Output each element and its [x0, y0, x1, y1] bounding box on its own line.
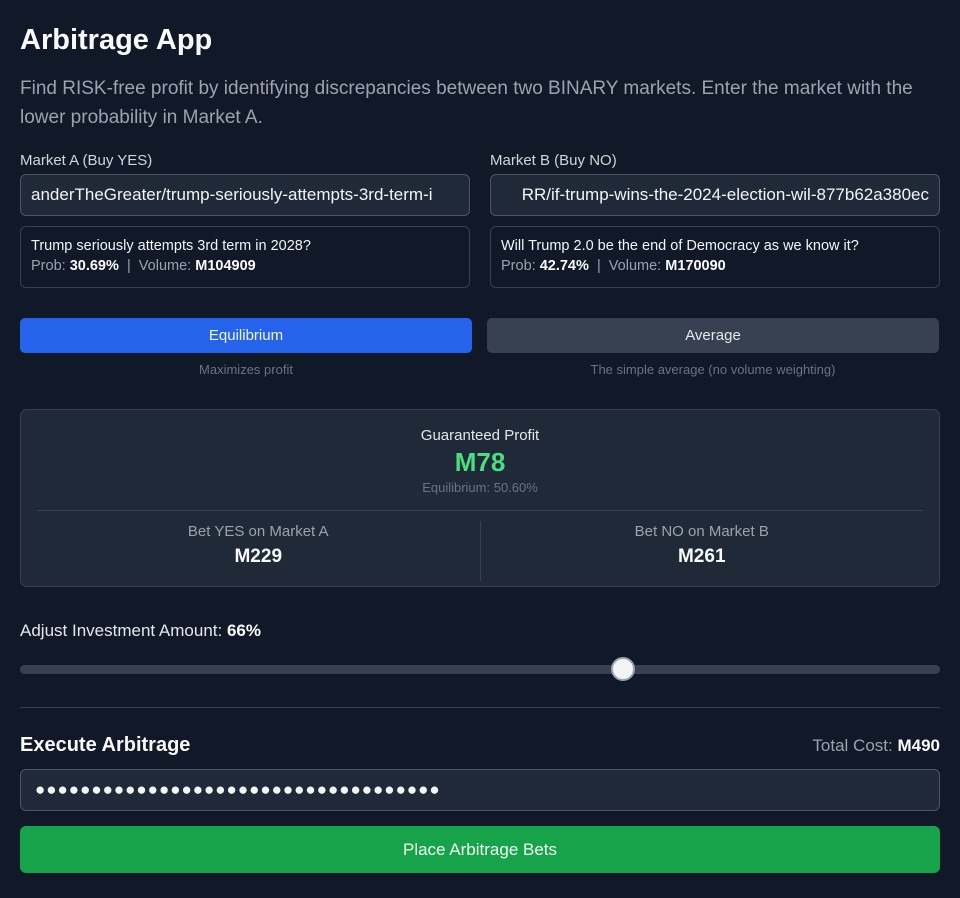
mode-average: Average The simple average (no volume we… [487, 318, 939, 377]
market-a-question: Trump seriously attempts 3rd term in 202… [31, 238, 311, 254]
bet-yes-value: M229 [234, 546, 283, 567]
market-b-question: Will Trump 2.0 be the end of Democracy a… [501, 238, 859, 254]
equilibrium-desc: Maximizes profit [199, 362, 293, 377]
bet-no-label: Bet NO on Market B [634, 523, 769, 540]
total-cost: Total Cost: M490 [812, 736, 940, 756]
market-b-input[interactable]: RR/if-trump-wins-the-2024-election-wil-8… [490, 174, 940, 216]
market-b-prob: 42.74% [539, 258, 589, 274]
market-a-panel: Market A (Buy YES) anderTheGreater/trump… [20, 152, 470, 288]
profit-value: M78 [454, 447, 506, 477]
market-a-prob: 30.69% [69, 258, 119, 274]
market-b-input-value: RR/if-trump-wins-the-2024-election-wil-8… [521, 185, 929, 204]
execute-title: Execute Arbitrage [20, 734, 191, 756]
market-a-info: Trump seriously attempts 3rd term in 202… [20, 226, 470, 288]
bet-yes-label: Bet YES on Market A [187, 523, 329, 540]
investment-section: Adjust Investment Amount: 66% [20, 621, 940, 681]
slider-track[interactable] [20, 665, 940, 674]
market-b-volume: M170090 [665, 258, 726, 274]
separator: | [596, 258, 601, 274]
market-b-info: Will Trump 2.0 be the end of Democracy a… [490, 226, 940, 288]
place-bets-button[interactable]: Place Arbitrage Bets [20, 826, 940, 873]
mode-equilibrium: Equilibrium Maximizes profit [20, 318, 472, 377]
bet-no: Bet NO on Market B M261 [479, 521, 924, 581]
bet-no-value: M261 [677, 546, 726, 567]
volume-label: Volume: [138, 258, 192, 274]
market-b-stats: Prob: 42.74% | Volume: M170090 [501, 258, 929, 274]
profit-summary: Guaranteed Profit M78 Equilibrium: 50.60… [37, 410, 923, 511]
equilibrium-value: Equilibrium: 50.60% [422, 480, 538, 495]
page-title: Arbitrage App [20, 24, 213, 56]
prob-label: Prob: [31, 258, 66, 274]
equilibrium-button[interactable]: Equilibrium [20, 318, 472, 353]
market-a-input-value: anderTheGreater/trump-seriously-attempts… [31, 185, 433, 204]
investment-value: 66% [226, 621, 261, 640]
bets-row: Bet YES on Market A M229 Bet NO on Marke… [37, 521, 923, 581]
market-a-label: Market A (Buy YES) [20, 152, 153, 169]
separator: | [126, 258, 131, 274]
total-cost-value: M490 [897, 736, 940, 755]
market-a-volume: M104909 [195, 258, 256, 274]
profit-card: Guaranteed Profit M78 Equilibrium: 50.60… [20, 409, 940, 587]
profit-label: Guaranteed Profit [420, 427, 540, 444]
market-b-panel: Market B (Buy NO) RR/if-trump-wins-the-2… [490, 152, 940, 288]
investment-label-text: Adjust Investment Amount: [20, 621, 223, 640]
markets-row: Market A (Buy YES) anderTheGreater/trump… [20, 152, 940, 288]
market-b-label: Market B (Buy NO) [490, 152, 617, 169]
page-subtitle: Find RISK-free profit by identifying dis… [20, 78, 913, 128]
mode-selector: Equilibrium Maximizes profit Average The… [20, 318, 940, 377]
market-a-input[interactable]: anderTheGreater/trump-seriously-attempts… [20, 174, 470, 216]
divider [20, 707, 940, 708]
arbitrage-app: Arbitrage App Find RISK-free profit by i… [0, 0, 960, 873]
prob-label: Prob: [501, 258, 536, 274]
bet-yes: Bet YES on Market A M229 [37, 521, 480, 581]
api-key-input[interactable]: ●●●●●●●●●●●●●●●●●●●●●●●●●●●●●●●●●●●● [20, 769, 940, 811]
execute-header: Execute Arbitrage Total Cost: M490 [20, 734, 940, 757]
slider-thumb[interactable] [611, 657, 636, 681]
investment-slider[interactable] [20, 651, 940, 681]
investment-label: Adjust Investment Amount: 66% [20, 621, 940, 641]
average-desc: The simple average (no volume weighting) [590, 362, 836, 377]
market-a-stats: Prob: 30.69% | Volume: M104909 [31, 258, 459, 274]
api-key-value: ●●●●●●●●●●●●●●●●●●●●●●●●●●●●●●●●●●●● [35, 780, 441, 799]
volume-label: Volume: [608, 258, 662, 274]
total-cost-label: Total Cost: [812, 736, 893, 755]
average-button[interactable]: Average [487, 318, 939, 353]
